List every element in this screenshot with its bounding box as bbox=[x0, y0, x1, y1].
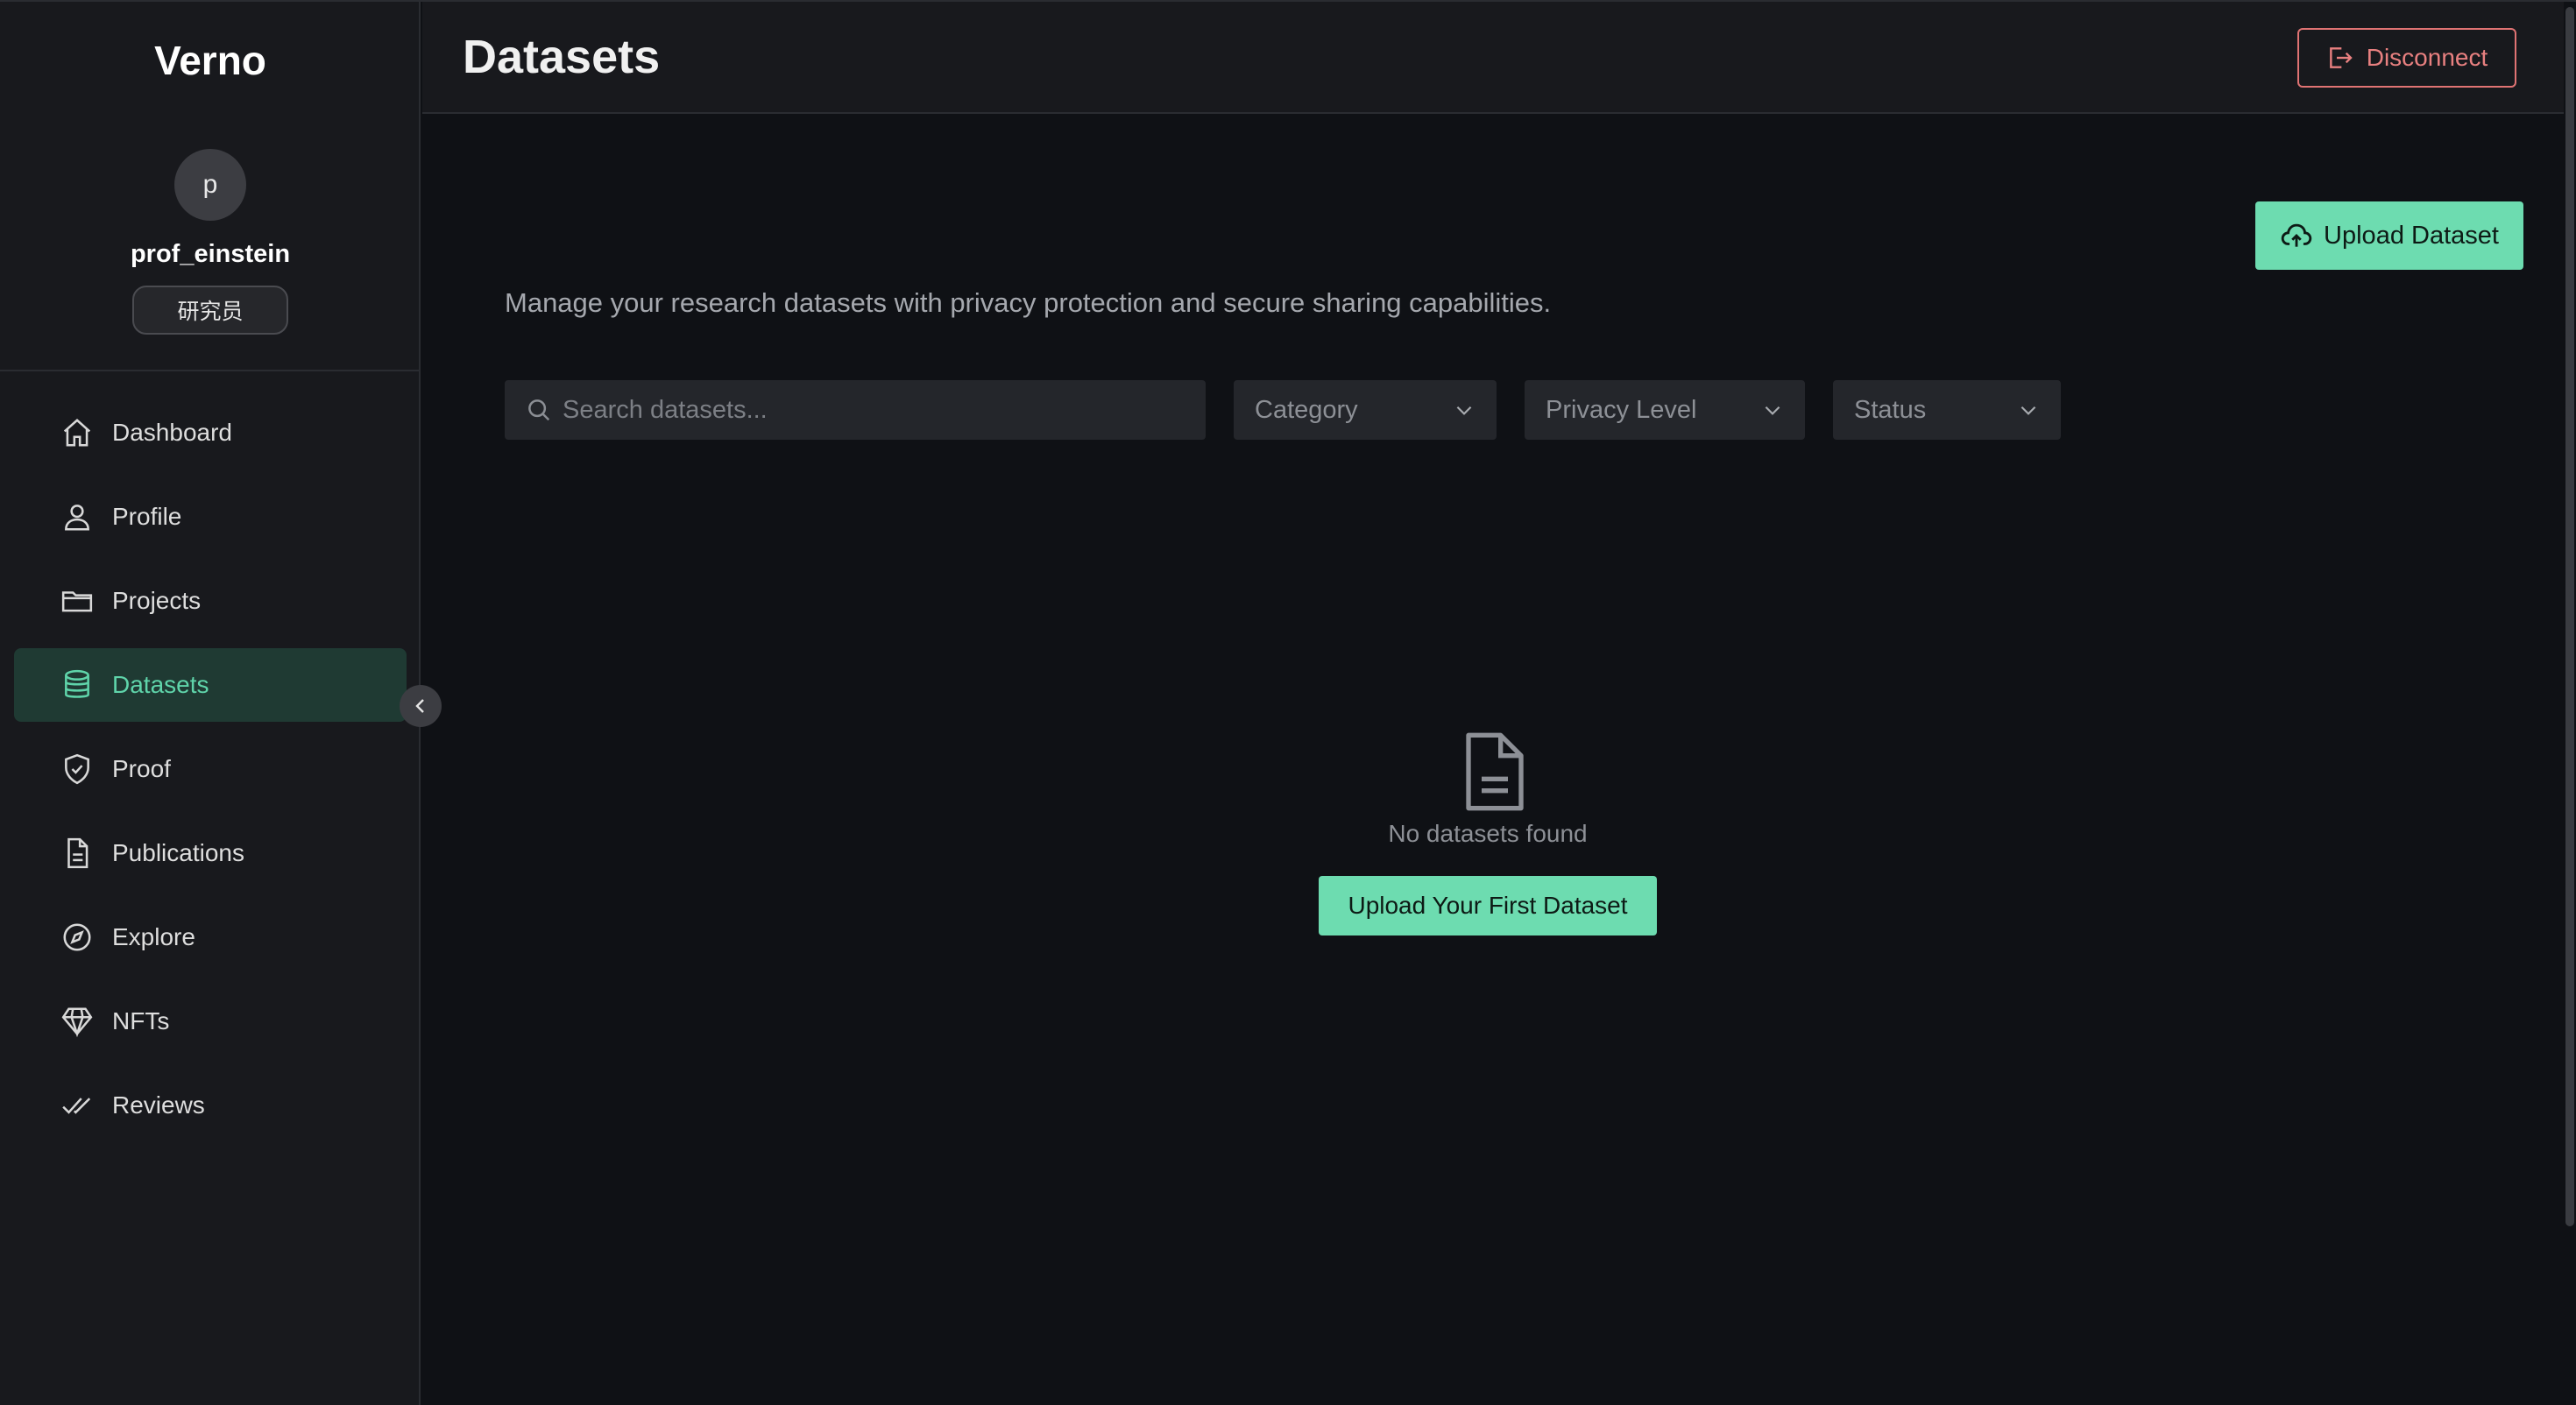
disconnect-label: Disconnect bbox=[2366, 44, 2488, 71]
role-badge: 研究员 bbox=[132, 286, 288, 335]
double-check-icon bbox=[60, 1088, 95, 1123]
category-select[interactable]: Category bbox=[1234, 380, 1497, 440]
logout-icon bbox=[2329, 47, 2353, 68]
page-description: Manage your research datasets with priva… bbox=[505, 287, 1552, 318]
sidebar-item-profile[interactable]: Profile bbox=[14, 480, 407, 554]
sidebar-item-label: Profile bbox=[112, 503, 182, 530]
chevron-down-icon bbox=[2020, 406, 2036, 415]
sidebar-collapse-button[interactable] bbox=[400, 685, 442, 727]
upload-dataset-label: Upload Dataset bbox=[2324, 221, 2499, 250]
chevron-down-icon bbox=[1765, 406, 1780, 415]
sidebar-item-datasets[interactable]: Datasets bbox=[14, 648, 407, 722]
status-select-value: Status bbox=[1854, 395, 1927, 424]
sidebar-item-label: Publications bbox=[112, 839, 244, 866]
sidebar-item-proof[interactable]: Proof bbox=[14, 732, 407, 806]
diamond-icon bbox=[60, 1004, 95, 1039]
user-icon bbox=[60, 499, 95, 534]
sidebar-item-label: Projects bbox=[112, 587, 202, 614]
avatar[interactable]: p bbox=[174, 149, 246, 221]
sidebar-nav: Dashboard Profile Projects Datasets Proo… bbox=[14, 396, 407, 1153]
sidebar-item-reviews[interactable]: Reviews bbox=[14, 1069, 407, 1142]
privacy-level-select-value: Privacy Level bbox=[1546, 395, 1697, 424]
cloud-upload-icon bbox=[2281, 223, 2312, 247]
upload-first-dataset-button[interactable]: Upload Your First Dataset bbox=[1319, 876, 1657, 935]
empty-state-text: No datasets found bbox=[1388, 820, 1588, 847]
database-icon bbox=[60, 667, 95, 702]
sidebar: Verno p prof_einstein 研究员 Dashboard Prof… bbox=[0, 2, 421, 1405]
document-icon bbox=[60, 836, 95, 871]
category-select-value: Category bbox=[1255, 395, 1358, 424]
main-content: Upload Dataset Manage your research data… bbox=[422, 114, 2564, 1405]
disconnect-button[interactable]: Disconnect bbox=[2297, 28, 2516, 88]
sidebar-item-label: Reviews bbox=[112, 1091, 205, 1119]
sidebar-divider bbox=[0, 370, 421, 371]
sidebar-item-explore[interactable]: Explore bbox=[14, 900, 407, 974]
sidebar-item-label: Datasets bbox=[112, 671, 209, 698]
shield-check-icon bbox=[60, 752, 95, 787]
sidebar-item-label: Dashboard bbox=[112, 419, 232, 446]
chevron-down-icon bbox=[1456, 406, 1472, 415]
search-input[interactable] bbox=[563, 395, 1176, 425]
brand-logo[interactable]: Verno bbox=[0, 37, 421, 84]
sidebar-item-label: NFTs bbox=[112, 1007, 170, 1034]
page-header: Datasets Disconnect bbox=[422, 2, 2564, 114]
sidebar-item-label: Explore bbox=[112, 923, 195, 950]
sidebar-item-dashboard[interactable]: Dashboard bbox=[14, 396, 407, 470]
sidebar-item-publications[interactable]: Publications bbox=[14, 816, 407, 890]
scrollbar[interactable] bbox=[2564, 2, 2576, 1405]
home-icon bbox=[60, 415, 95, 450]
sidebar-item-label: Proof bbox=[112, 755, 171, 782]
scrollbar-thumb[interactable] bbox=[2565, 7, 2574, 1226]
search-icon bbox=[528, 399, 550, 421]
status-select[interactable]: Status bbox=[1833, 380, 2061, 440]
chevron-left-icon bbox=[415, 699, 424, 713]
folder-icon bbox=[60, 583, 95, 618]
username: prof_einstein bbox=[130, 240, 291, 268]
document-icon bbox=[1460, 732, 1530, 811]
sidebar-item-nfts[interactable]: NFTs bbox=[14, 985, 407, 1058]
page-title: Datasets bbox=[463, 31, 661, 83]
upload-dataset-button[interactable]: Upload Dataset bbox=[2255, 201, 2523, 270]
search-box[interactable] bbox=[505, 380, 1206, 440]
app-window: Verno p prof_einstein 研究员 Dashboard Prof… bbox=[0, 0, 2576, 1405]
privacy-level-select[interactable]: Privacy Level bbox=[1525, 380, 1805, 440]
sidebar-item-projects[interactable]: Projects bbox=[14, 564, 407, 638]
compass-icon bbox=[60, 920, 95, 955]
